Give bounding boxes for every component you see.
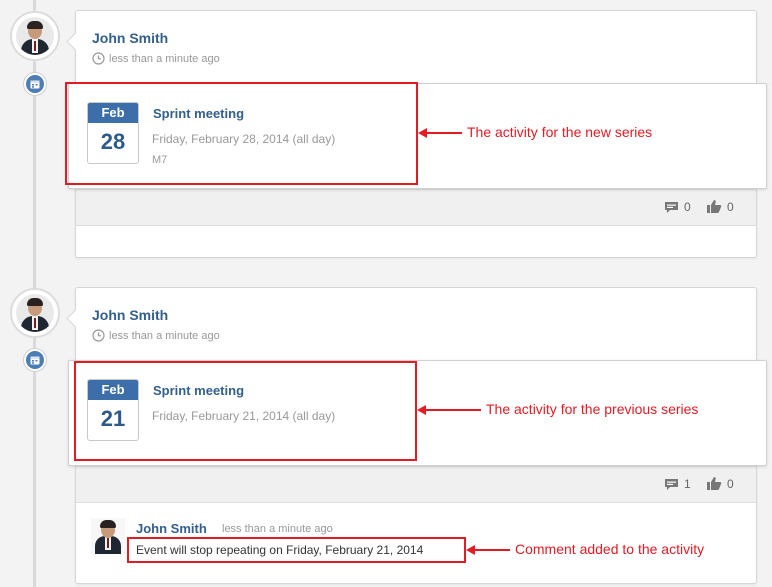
avatar[interactable] — [10, 11, 60, 61]
like-icon — [707, 200, 722, 213]
avatar[interactable] — [10, 288, 60, 338]
highlight-box — [65, 82, 418, 185]
annotation-previous-series: The activity for the previous series — [486, 401, 699, 417]
action-bar: 1 0 — [76, 466, 756, 503]
comment-icon — [665, 201, 678, 213]
annotation-comment: Comment added to the activity — [515, 541, 705, 557]
comment-time: less than a minute ago — [222, 523, 333, 535]
comment-author[interactable]: John Smith — [136, 521, 207, 536]
like-icon — [707, 477, 722, 490]
annotation-new-series: The activity for the new series — [467, 124, 653, 140]
comment-icon — [665, 478, 678, 490]
comment-button[interactable]: 0 — [664, 200, 691, 214]
action-bar: 0 0 — [76, 189, 756, 226]
comment-button[interactable]: 1 — [664, 477, 691, 491]
highlight-box — [74, 361, 417, 461]
clock-icon — [92, 329, 105, 342]
author-name[interactable]: John Smith — [92, 307, 168, 323]
comment-avatar[interactable] — [91, 518, 125, 554]
author-name[interactable]: John Smith — [92, 30, 168, 46]
timestamp: less than a minute ago — [92, 329, 220, 342]
comment-highlight-box — [127, 537, 466, 563]
calendar-type-icon — [24, 73, 46, 95]
like-button[interactable]: 0 — [706, 476, 734, 491]
calendar-type-icon — [24, 349, 46, 371]
clock-icon — [92, 52, 105, 65]
timestamp: less than a minute ago — [92, 52, 220, 65]
like-button[interactable]: 0 — [706, 199, 734, 214]
